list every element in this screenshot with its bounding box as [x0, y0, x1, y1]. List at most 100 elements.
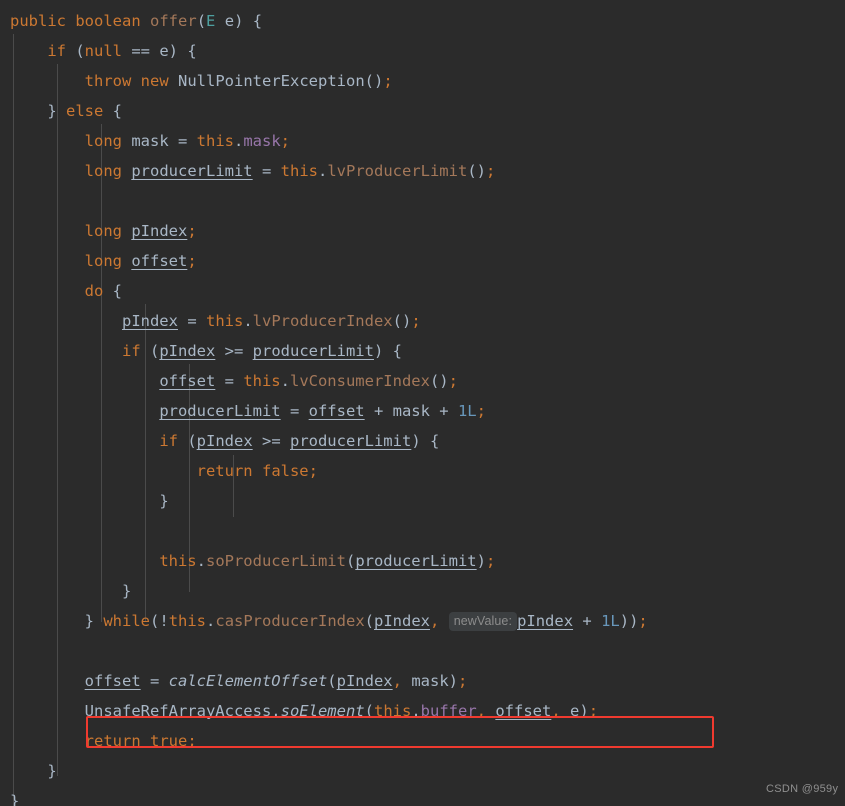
code-line-highlighted[interactable]: UnsafeRefArrayAccess.soElement(this.buff…	[0, 696, 845, 726]
token-dot: .	[411, 702, 421, 720]
token-punctuation: ) {	[168, 42, 197, 60]
token-method-name: offer	[150, 12, 197, 30]
token-brace: }	[121, 582, 132, 600]
token-local-var: pIndex	[196, 432, 253, 450]
token-local-var: producerLimit	[289, 432, 412, 450]
code-line[interactable]: offset = calcElementOffset(pIndex, mask)…	[0, 666, 845, 696]
code-line[interactable]: }	[0, 756, 845, 786]
code-line-blank[interactable]	[0, 636, 845, 666]
token-local-var: pIndex	[121, 312, 178, 330]
token-static-method-call: soElement	[280, 702, 365, 720]
token-operator: ==	[122, 42, 160, 60]
token-keyword-this: this	[373, 702, 412, 720]
token-local-var: mask	[131, 132, 169, 150]
token-semicolon: ;	[187, 252, 197, 270]
code-line[interactable]: this.soProducerLimit(producerLimit);	[0, 546, 845, 576]
token-keyword: throw	[84, 72, 132, 90]
token-keyword: boolean	[75, 12, 141, 30]
code-line[interactable]: if (null == e) {	[0, 36, 845, 66]
token-keyword: long	[84, 132, 122, 150]
token-punctuation: ))	[619, 612, 639, 630]
token-number: 1L	[457, 402, 477, 420]
token-local-var: offset	[159, 372, 216, 390]
code-line[interactable]: throw new NullPointerException();	[0, 66, 845, 96]
token-keyword: new	[140, 72, 169, 90]
token-keyword-this: this	[243, 372, 281, 390]
token-brace: {	[103, 282, 122, 300]
code-line[interactable]: }	[0, 786, 845, 806]
token-keyword: null	[84, 42, 122, 60]
code-line[interactable]: public boolean offer(E e) {	[0, 6, 845, 36]
token-keyword: public	[10, 12, 66, 30]
token-operator: =	[177, 312, 206, 330]
token-keyword-this: this	[196, 132, 234, 150]
token-brace: }	[10, 792, 20, 806]
token-punctuation: ()	[467, 162, 486, 180]
code-line[interactable]: offset = this.lvConsumerIndex();	[0, 366, 845, 396]
code-line[interactable]: long producerLimit = this.lvProducerLimi…	[0, 156, 845, 186]
token-brace: }	[84, 612, 94, 630]
token-punctuation: ()	[392, 312, 412, 330]
code-line[interactable]: long mask = this.mask;	[0, 126, 845, 156]
token-punctuation: )	[448, 672, 458, 690]
code-line-blank[interactable]	[0, 516, 845, 546]
token-keyword-this: this	[280, 162, 318, 180]
code-line[interactable]: }	[0, 576, 845, 606]
code-line[interactable]: if (pIndex >= producerLimit) {	[0, 336, 845, 366]
token-local-var: offset	[495, 702, 552, 720]
code-line[interactable]: } else {	[0, 96, 845, 126]
token-keyword: if	[47, 42, 66, 60]
token-class-name: UnsafeRefArrayAccess	[84, 702, 272, 720]
token-brace: }	[159, 492, 169, 510]
token-keyword: if	[121, 342, 141, 360]
token-punctuation: ) {	[373, 342, 402, 360]
code-line[interactable]: long pIndex;	[0, 216, 845, 246]
token-method-call: lvProducerIndex	[252, 312, 393, 330]
token-keyword: while	[103, 612, 151, 630]
token-punctuation: (	[327, 672, 337, 690]
token-local-var: offset	[84, 672, 141, 690]
token-semicolon: ;	[308, 462, 318, 480]
code-line[interactable]: return false;	[0, 456, 845, 486]
code-line-blank[interactable]	[0, 186, 845, 216]
code-line[interactable]: do {	[0, 276, 845, 306]
token-keyword-this: this	[205, 312, 244, 330]
code-line[interactable]: } while(!this.casProducerIndex(pIndex, n…	[0, 606, 845, 636]
code-line[interactable]: pIndex = this.lvProducerIndex();	[0, 306, 845, 336]
token-comma: ,	[392, 672, 402, 690]
token-keyword: true	[150, 732, 188, 750]
token-operator: =	[280, 402, 309, 420]
token-semicolon: ;	[476, 402, 486, 420]
token-keyword: return	[84, 732, 141, 750]
token-brace: }	[47, 102, 57, 120]
token-method-call: casProducerIndex	[215, 612, 365, 630]
code-line[interactable]: }	[0, 486, 845, 516]
token-keyword-this: this	[159, 552, 197, 570]
inline-parameter-hint[interactable]: newValue:	[448, 612, 518, 631]
code-content[interactable]: public boolean offer(E e) { if (null == …	[0, 0, 845, 806]
code-editor-pane[interactable]: public boolean offer(E e) { if (null == …	[0, 0, 845, 806]
token-semicolon: ;	[588, 702, 599, 720]
code-line[interactable]: return true;	[0, 726, 845, 756]
code-line[interactable]: long offset;	[0, 246, 845, 276]
token-keyword: return	[196, 462, 253, 480]
token-local-var: pIndex	[131, 222, 188, 240]
token-semicolon: ;	[383, 72, 393, 90]
token-semicolon: ;	[485, 162, 496, 180]
token-punctuation: (	[196, 12, 207, 30]
token-semicolon: ;	[280, 132, 290, 150]
token-punctuation: (	[345, 552, 356, 570]
code-line[interactable]: producerLimit = offset + mask + 1L;	[0, 396, 845, 426]
code-line[interactable]: if (pIndex >= producerLimit) {	[0, 426, 845, 456]
token-local-var: mask	[411, 672, 449, 690]
token-brace: {	[103, 102, 123, 120]
